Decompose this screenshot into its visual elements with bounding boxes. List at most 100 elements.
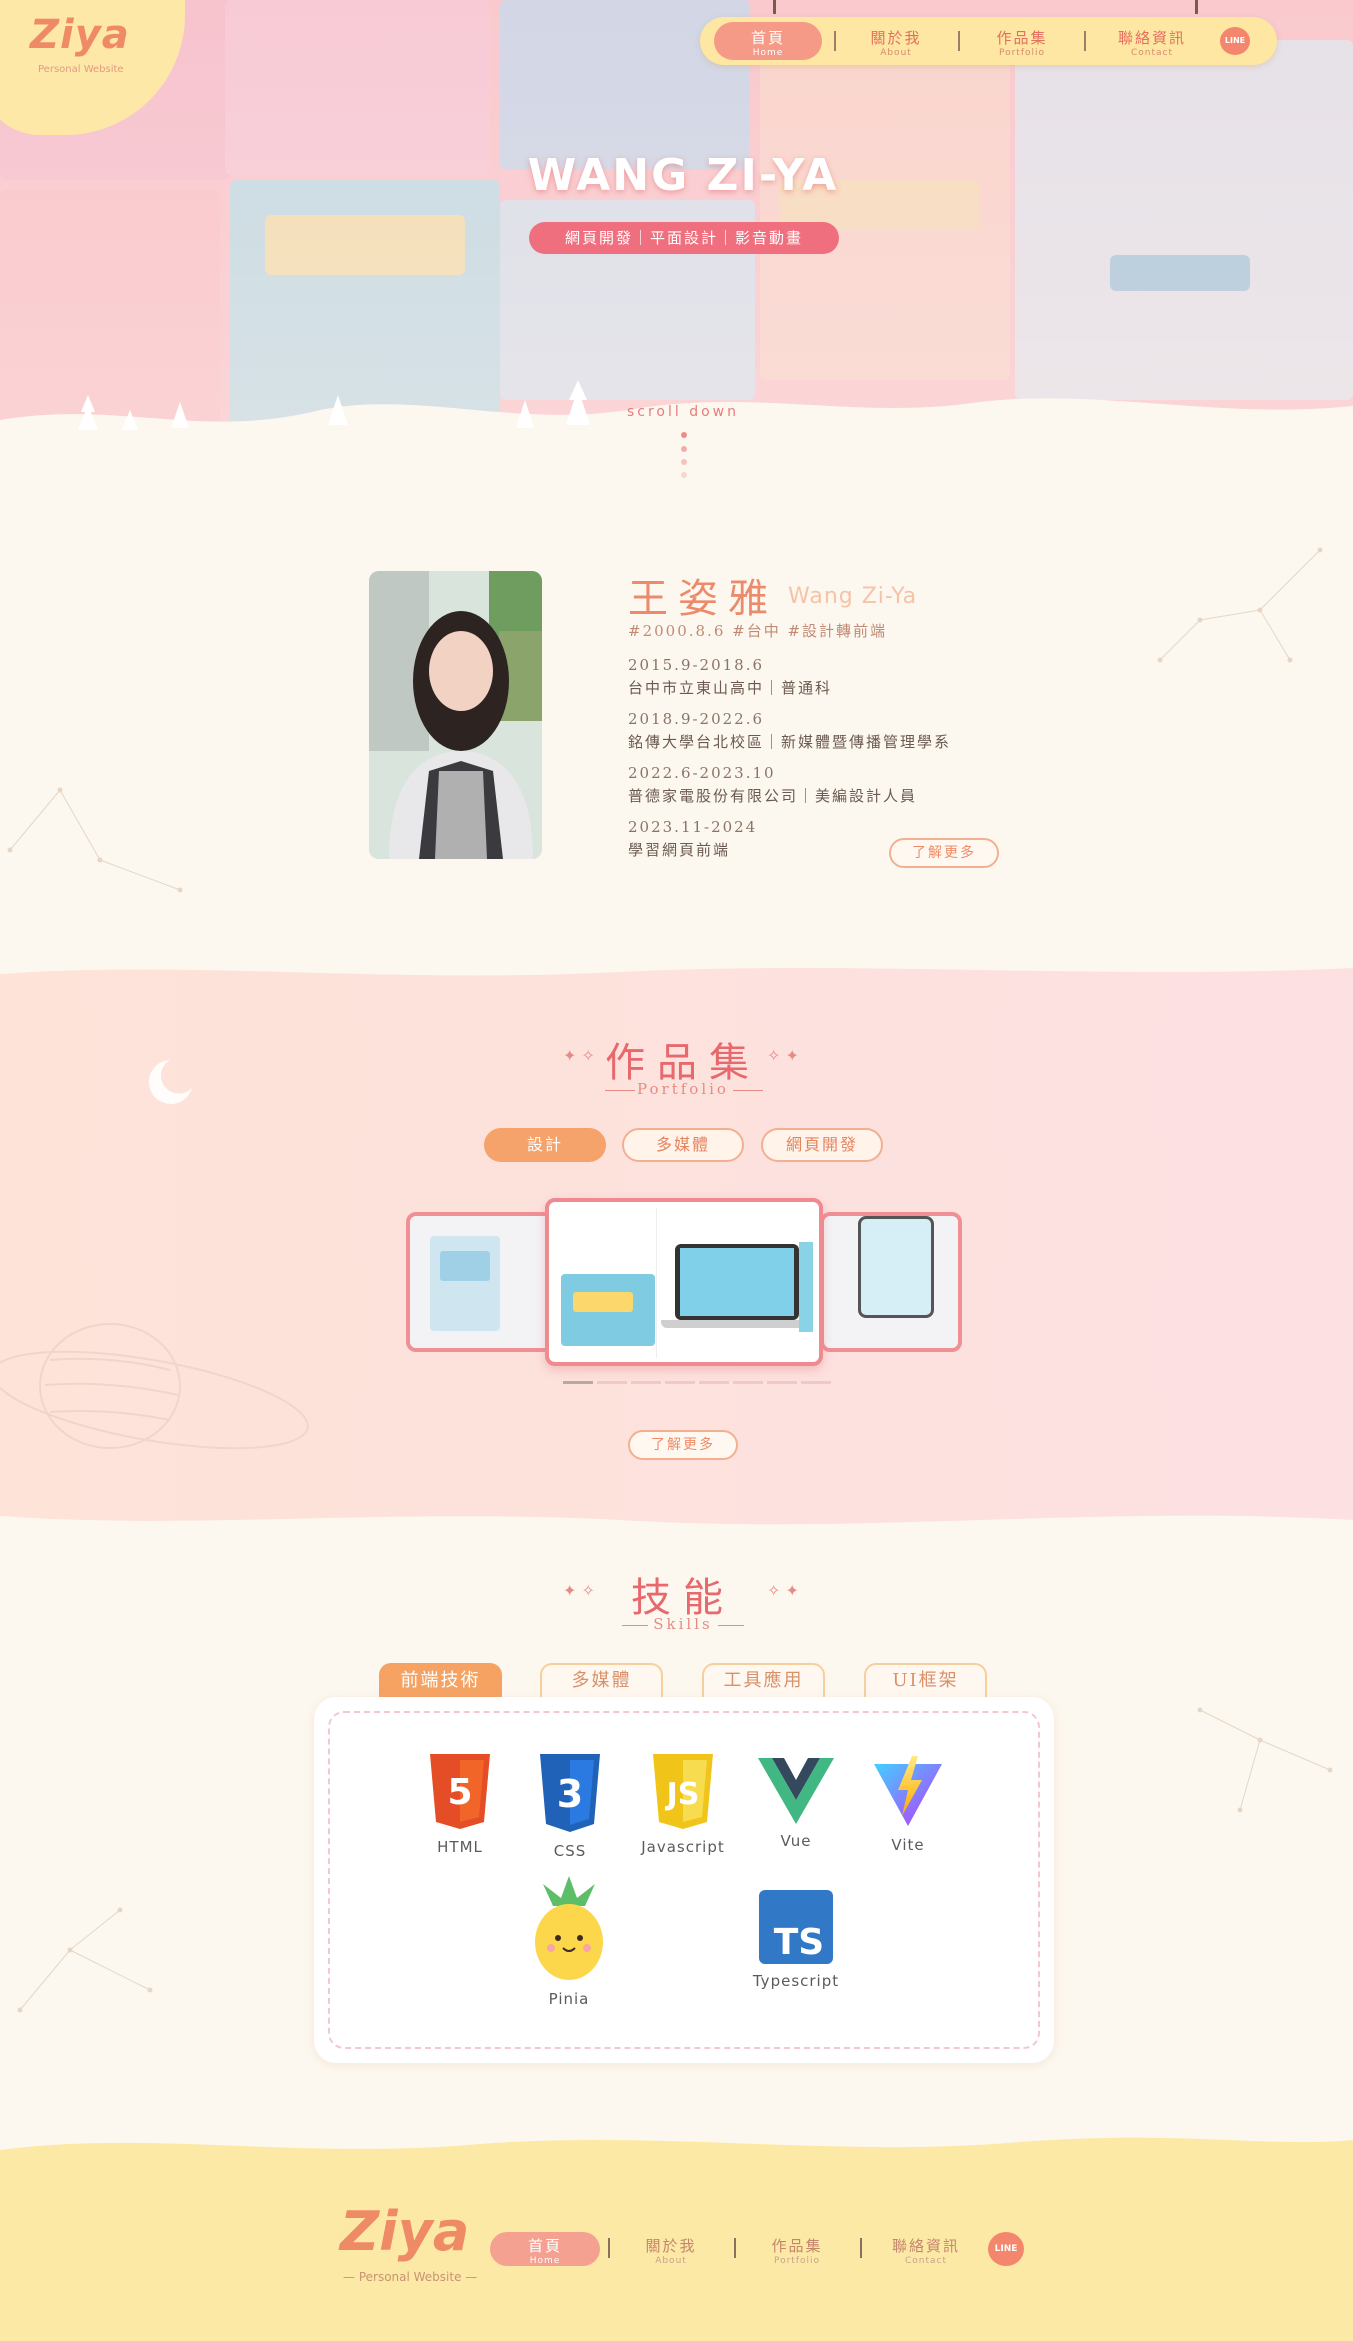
carousel-pagination-dot[interactable] [665, 1381, 695, 1384]
scroll-dot [681, 459, 687, 465]
nav-portfolio[interactable]: 作品集 Portfolio [968, 22, 1076, 60]
svg-text:JS: JS [665, 1777, 700, 1812]
timeline-desc: 銘傳大學台北校區｜新媒體暨傳播管理學系 [628, 733, 952, 751]
carousel-pagination-dot[interactable] [801, 1381, 831, 1384]
skill-label: CSS [553, 1842, 587, 1860]
carousel-card-next[interactable] [820, 1212, 962, 1352]
html5-icon: 5 [430, 1754, 490, 1829]
constellation-decoration [17, 1907, 153, 2013]
skill-tab-ui-framework[interactable]: UI框架 [864, 1663, 987, 1699]
nav-contact[interactable]: 聯絡資訊 Contact [1092, 22, 1212, 60]
nav-string-left [773, 0, 776, 14]
nav-divider [1084, 31, 1086, 51]
footer-nav-sub: Portfolio [773, 2256, 821, 2266]
sparkle-icon: ✦ ✧ [563, 1581, 595, 1600]
scroll-dot [681, 432, 687, 438]
constellation-decoration [1197, 1707, 1333, 1813]
skill-vue: Vue [756, 1758, 836, 1850]
nav-about[interactable]: 關於我 About [842, 22, 950, 60]
footer-nav-sub: About [655, 2256, 687, 2266]
timeline-desc: 普德家電股份有限公司｜美編設計人員 [628, 787, 918, 805]
carousel-pagination-dot[interactable] [699, 1381, 729, 1384]
footer-nav-divider [608, 2238, 610, 2258]
portfolio-more-button[interactable]: 了解更多 [628, 1430, 738, 1460]
subtitle-rule [733, 1090, 763, 1091]
tab-multimedia[interactable]: 多媒體 [622, 1128, 744, 1162]
nav-contact-label: 聯絡資訊 [1117, 29, 1186, 47]
vite-icon [874, 1756, 942, 1826]
footer-nav-label: 首頁 [527, 2237, 562, 2255]
constellation-decoration [7, 787, 183, 893]
footer-nav-about[interactable]: 關於我 About [616, 2232, 726, 2266]
scroll-dot [681, 446, 687, 452]
skill-tab-frontend[interactable]: 前端技術 [379, 1663, 502, 1699]
skill-javascript: JS Javascript [633, 1752, 733, 1856]
constellation-decoration [1157, 547, 1323, 663]
skill-label: Typescript [752, 1972, 840, 1990]
about-tags: #2000.8.6 #台中 #設計轉前端 [628, 622, 888, 640]
skill-label: HTML [437, 1838, 483, 1856]
footer-line-icon[interactable]: LINE [988, 2232, 1024, 2266]
line-icon[interactable]: LINE [1220, 27, 1250, 55]
hero-tags: 網頁開發｜平面設計｜影音動畫 [529, 222, 839, 254]
footer-nav-label: 作品集 [771, 2237, 823, 2255]
footer-nav-divider [860, 2238, 862, 2258]
footer-nav-sub: Home [529, 2256, 561, 2266]
scroll-down-hint[interactable]: scroll down [600, 404, 766, 420]
site-logo[interactable]: Ziya [30, 12, 130, 58]
skills-subtitle: Skills [653, 1615, 713, 1633]
about-name-en: Wang Zi-Ya [788, 584, 918, 609]
about-name: 王姿雅 [628, 576, 778, 622]
sparkle-icon: ✧ ✦ [767, 1046, 799, 1065]
subtitle-rule [718, 1625, 744, 1626]
subtitle-rule [622, 1625, 648, 1626]
skill-html: 5 HTML [420, 1752, 500, 1856]
nav-divider [958, 31, 960, 51]
footer-nav-sub: Contact [904, 2256, 947, 2266]
hero-title: WANG ZI-YA [527, 150, 839, 201]
carousel-card-prev[interactable] [406, 1212, 556, 1352]
carousel-pagination-dot[interactable] [733, 1381, 763, 1384]
carousel-pagination-dot[interactable] [563, 1381, 593, 1384]
nav-about-label: 關於我 [870, 29, 922, 47]
timeline-date: 2018.9-2022.6 [628, 710, 765, 728]
footer-nav-contact[interactable]: 聯絡資訊 Contact [866, 2232, 986, 2266]
pinia-icon [535, 1876, 603, 1980]
skill-label: Vue [780, 1832, 812, 1850]
profile-photo [369, 571, 542, 859]
top-nav: 首頁 Home 關於我 About 作品集 Portfolio 聯絡資訊 Con… [700, 17, 1277, 65]
nav-string-right [1195, 0, 1198, 14]
footer-logo[interactable]: Ziya [340, 2200, 469, 2263]
footer-nav-home[interactable]: 首頁 Home [490, 2232, 600, 2266]
nav-home-sub: Home [752, 48, 784, 58]
skill-tab-multimedia[interactable]: 多媒體 [540, 1663, 663, 1699]
about-more-button[interactable]: 了解更多 [889, 838, 999, 868]
vue-icon [758, 1758, 834, 1824]
skill-label: Vite [891, 1836, 925, 1854]
nav-portfolio-sub: Portfolio [998, 48, 1046, 58]
footer-nav-label: 聯絡資訊 [891, 2237, 960, 2255]
tab-web-dev[interactable]: 網頁開發 [761, 1128, 883, 1162]
nav-portfolio-label: 作品集 [996, 29, 1048, 47]
ts-icon: TS [759, 1890, 833, 1964]
skill-label: Javascript [641, 1838, 725, 1856]
tab-design[interactable]: 設計 [484, 1128, 606, 1162]
site-logo-subtitle: Personal Website [38, 64, 124, 75]
nav-home-label: 首頁 [750, 29, 785, 47]
nav-about-sub: About [880, 48, 912, 58]
carousel-pagination-dot[interactable] [597, 1381, 627, 1384]
skill-vite: Vite [868, 1756, 948, 1854]
carousel-pagination-dot[interactable] [767, 1381, 797, 1384]
carousel-pagination-dot[interactable] [631, 1381, 661, 1384]
timeline-date: 2022.6-2023.10 [628, 764, 776, 782]
timeline-date: 2023.11-2024 [628, 818, 758, 836]
timeline-desc: 台中市立東山高中｜普通科 [628, 679, 833, 697]
footer-nav-portfolio[interactable]: 作品集 Portfolio [742, 2232, 852, 2266]
nav-home[interactable]: 首頁 Home [714, 22, 822, 60]
css3-icon: 3 [540, 1754, 600, 1832]
skill-tab-tools[interactable]: 工具應用 [702, 1663, 825, 1699]
svg-text:TS: TS [774, 1922, 824, 1963]
subtitle-rule [605, 1090, 635, 1091]
nav-divider [834, 31, 836, 51]
carousel-card-active[interactable] [545, 1198, 823, 1366]
